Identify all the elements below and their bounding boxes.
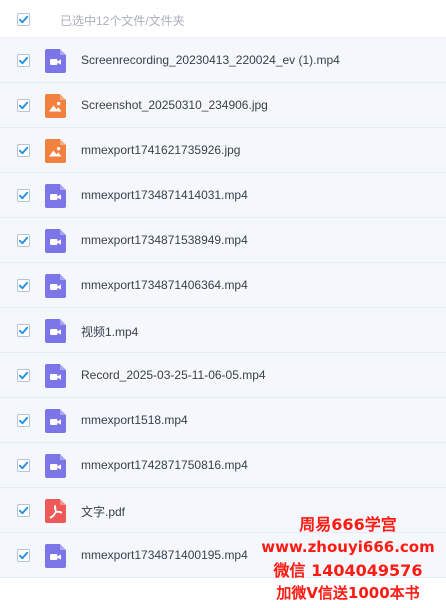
file-row[interactable]: Record_2025-03-25-11-06-05.mp4	[0, 353, 446, 398]
check-icon	[18, 146, 29, 155]
check-icon	[18, 56, 29, 65]
file-name: mmexport1734871400195.mp4	[81, 548, 248, 562]
file-name: Screenshot_20250310_234906.jpg	[81, 98, 268, 112]
file-checkbox[interactable]	[17, 189, 30, 202]
file-row[interactable]: mmexport1734871414031.mp4	[0, 173, 446, 218]
file-name: Screenrecording_20230413_220024_ev (1).m…	[81, 53, 340, 67]
image-file-icon	[45, 139, 66, 163]
file-row[interactable]: mmexport1518.mp4	[0, 398, 446, 443]
video-file-icon	[45, 274, 66, 298]
video-file-icon	[45, 364, 66, 388]
file-checkbox[interactable]	[17, 459, 30, 472]
file-name: mmexport1734871406364.mp4	[81, 278, 248, 292]
file-row[interactable]: mmexport1734871406364.mp4	[0, 263, 446, 308]
file-name: Record_2025-03-25-11-06-05.mp4	[81, 368, 266, 382]
video-file-icon	[45, 454, 66, 478]
file-row[interactable]: 视频1.mp4	[0, 308, 446, 353]
check-icon	[18, 506, 29, 515]
watermark-title: 周易666学宫	[299, 515, 397, 534]
pdf-file-icon	[45, 499, 66, 523]
file-checkbox[interactable]	[17, 144, 30, 157]
file-selection-list: 已选中12个文件/文件夹 Screenrecording_20230413_22…	[0, 0, 446, 608]
file-checkbox[interactable]	[17, 549, 30, 562]
file-row[interactable]: mmexport1742871750816.mp4	[0, 443, 446, 488]
selection-count-label: 已选中12个文件/文件夹	[60, 14, 185, 28]
video-file-icon	[45, 409, 66, 433]
watermark-wechat: 微信 1404049576	[273, 561, 423, 580]
check-icon	[18, 281, 29, 290]
file-checkbox[interactable]	[17, 279, 30, 292]
file-checkbox[interactable]	[17, 369, 30, 382]
check-icon	[18, 371, 29, 380]
watermark-website: www.zhouyi666.com	[261, 538, 435, 556]
file-checkbox[interactable]	[17, 99, 30, 112]
video-file-icon	[45, 229, 66, 253]
file-name: 视频1.mp4	[81, 325, 139, 339]
file-checkbox[interactable]	[17, 324, 30, 337]
file-row[interactable]: mmexport1734871538949.mp4	[0, 218, 446, 263]
watermark-overlay: 周易666学宫 www.zhouyi666.com 微信 1404049576 …	[256, 513, 440, 605]
file-row[interactable]: mmexport1741621735926.jpg	[0, 128, 446, 173]
file-checkbox[interactable]	[17, 54, 30, 67]
image-file-icon	[45, 94, 66, 118]
check-icon	[18, 101, 29, 110]
file-name: mmexport1734871414031.mp4	[81, 188, 248, 202]
file-name: mmexport1742871750816.mp4	[81, 458, 248, 472]
check-icon	[18, 15, 29, 24]
video-file-icon	[45, 184, 66, 208]
check-icon	[18, 191, 29, 200]
file-name: 文字.pdf	[81, 505, 126, 519]
file-row[interactable]: Screenrecording_20230413_220024_ev (1).m…	[0, 38, 446, 83]
select-all-checkbox[interactable]	[17, 13, 30, 26]
file-name: mmexport1741621735926.jpg	[81, 143, 241, 157]
check-icon	[18, 551, 29, 560]
file-checkbox[interactable]	[17, 414, 30, 427]
check-icon	[18, 326, 29, 335]
file-row[interactable]: Screenshot_20250310_234906.jpg	[0, 83, 446, 128]
video-file-icon	[45, 544, 66, 568]
file-checkbox[interactable]	[17, 234, 30, 247]
check-icon	[18, 416, 29, 425]
video-file-icon	[45, 319, 66, 343]
file-checkbox[interactable]	[17, 504, 30, 517]
file-name: mmexport1518.mp4	[81, 413, 188, 427]
video-file-icon	[45, 49, 66, 73]
watermark-offer: 加微V信送1000本书	[276, 584, 420, 602]
check-icon	[18, 461, 29, 470]
check-icon	[18, 236, 29, 245]
file-name: mmexport1734871538949.mp4	[81, 233, 248, 247]
selection-header: 已选中12个文件/文件夹	[0, 0, 446, 38]
